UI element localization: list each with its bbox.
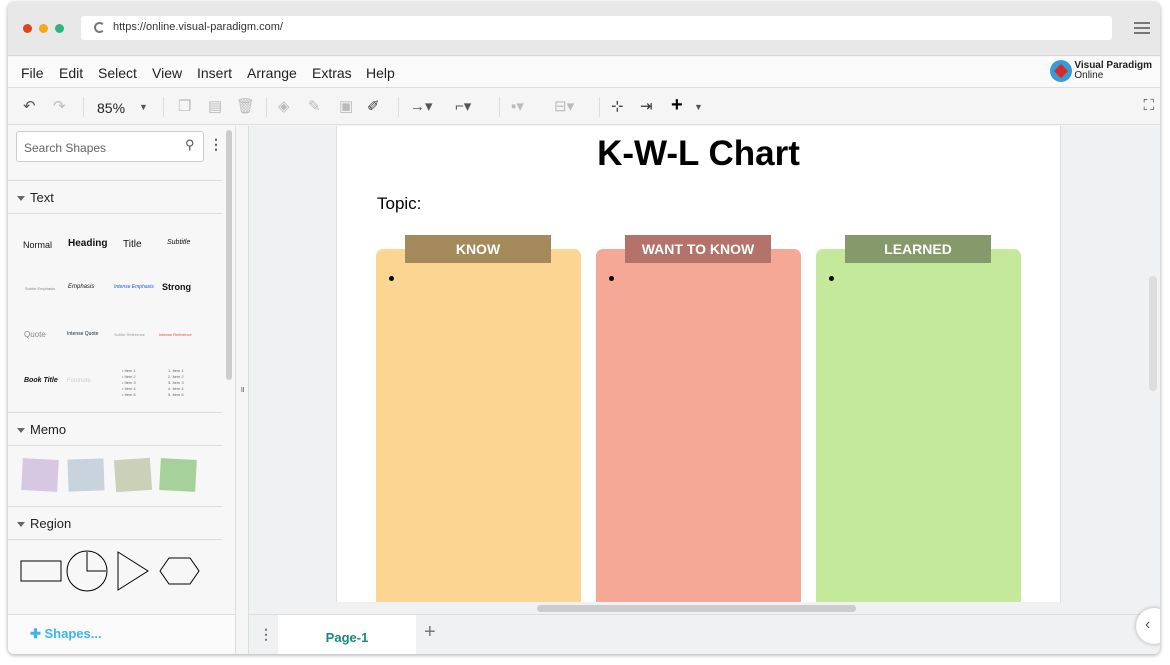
text-sample-normal[interactable]: Normal	[23, 240, 52, 250]
menu-edit[interactable]: Edit	[59, 65, 83, 81]
section-memo[interactable]: Memo	[8, 412, 222, 446]
text-sample-quote[interactable]: Quote	[24, 330, 46, 339]
page-size-icon[interactable]: ⇥	[640, 97, 653, 115]
fullscreen-icon[interactable]: ⛶	[1143, 97, 1154, 114]
menu-view[interactable]: View	[152, 65, 182, 81]
diagram-canvas[interactable]: K-W-L Chart Topic: KNOW WANT TO KNOW LEA…	[249, 126, 1160, 614]
address-bar[interactable]: https://online.visual-paradigm.com/	[81, 16, 1112, 40]
more-options-icon[interactable]: ⋮	[209, 136, 223, 153]
insert-icon[interactable]: +	[671, 94, 683, 117]
topic-label[interactable]: Topic:	[377, 194, 421, 214]
toolbar: ↶ ↷ 85% ▼ ❐ ▤ 🗑 ◈ ✎ ▣ ✐ →▾ ⌐▾ ▪▾ ⊟▾ ⊹ ⇥ …	[8, 89, 1160, 125]
undo-icon[interactable]: ↶	[23, 97, 36, 115]
memo-green[interactable]	[159, 458, 197, 492]
text-sample-intense-reference[interactable]: Intense Reference	[159, 332, 192, 337]
url-text: https://online.visual-paradigm.com/	[113, 21, 283, 33]
browser-menu-icon[interactable]	[1134, 22, 1150, 34]
sidebar-splitter[interactable]: ॥	[236, 126, 249, 654]
delete-icon[interactable]: 🗑	[236, 97, 255, 115]
format-painter-icon[interactable]: ✐	[367, 97, 380, 115]
text-sample-intense-emphasis[interactable]: Intense Emphasis	[114, 284, 154, 290]
text-sample-heading[interactable]: Heading	[68, 238, 107, 249]
bullet-list-sample[interactable]: • Item 1 • Item 2 • Item 3 • Item 4 • It…	[122, 368, 136, 398]
text-sample-title[interactable]: Title	[123, 239, 142, 250]
zoom-dropdown-icon[interactable]: ▼	[139, 102, 148, 112]
text-sample-intense-quote[interactable]: Intense Quote	[67, 331, 98, 337]
globe-icon	[1050, 60, 1073, 82]
add-page-icon[interactable]: +	[424, 621, 436, 644]
know-column[interactable]	[376, 249, 581, 609]
memo-olive[interactable]	[113, 457, 153, 493]
shadow-icon[interactable]: ▣	[339, 97, 353, 115]
shapes-footer: ✚ Shapes...	[8, 614, 236, 654]
text-sample-book-title[interactable]: Book Title	[24, 377, 58, 384]
sidebar-scrollbar[interactable]	[226, 130, 232, 380]
section-text[interactable]: Text	[8, 180, 222, 214]
chart-title[interactable]: K-W-L Chart	[337, 134, 1060, 174]
page-menu-icon[interactable]: ⋮	[259, 626, 273, 643]
page-tabs-bar: ⋮ Page-1 +	[249, 614, 1160, 654]
connector-style-icon[interactable]: →▾	[410, 97, 433, 115]
minimize-dot[interactable]	[39, 24, 48, 33]
fill-color-icon[interactable]: ◈	[278, 97, 290, 115]
more-shapes-button[interactable]: ✚ Shapes...	[30, 626, 102, 642]
shapes-button-label: Shapes...	[44, 626, 102, 641]
arrange-order-icon[interactable]: ▪▾	[511, 97, 524, 115]
text-sample-subtitle[interactable]: Subtitle	[167, 239, 190, 246]
hexagon-shape[interactable]	[159, 557, 200, 585]
shapes-sidebar: Search Shapes ⚲ ⋮ Text Normal Heading Ti…	[8, 126, 236, 614]
redo-icon[interactable]: ↷	[53, 97, 66, 115]
reload-icon[interactable]	[94, 22, 105, 33]
visual-paradigm-logo: Visual Paradigm Online	[1050, 60, 1152, 82]
search-icon[interactable]: ⚲	[185, 137, 195, 153]
menu-insert[interactable]: Insert	[197, 65, 232, 81]
zoom-select[interactable]: 85%	[97, 100, 125, 116]
logo-line2: Online	[1074, 70, 1104, 81]
menu-file[interactable]: File	[21, 65, 44, 81]
menu-extras[interactable]: Extras	[312, 65, 352, 81]
text-sample-footnote[interactable]: Footnote	[67, 378, 91, 384]
memo-purple[interactable]	[21, 458, 59, 492]
triangle-shape[interactable]	[117, 551, 149, 591]
paste-icon[interactable]: ▤	[208, 97, 222, 115]
learned-column[interactable]	[816, 249, 1021, 609]
section-region[interactable]: Region	[8, 506, 222, 540]
browser-titlebar: https://online.visual-paradigm.com/	[8, 2, 1160, 56]
insert-dropdown-icon[interactable]: ▼	[694, 102, 703, 112]
want-to-know-column[interactable]	[596, 249, 801, 609]
menu-bar: File Edit Select View Insert Arrange Ext…	[8, 57, 1160, 88]
align-icon[interactable]: ⊟▾	[554, 97, 574, 115]
learned-header[interactable]: LEARNED	[845, 235, 991, 263]
menu-help[interactable]: Help	[366, 65, 395, 81]
text-sample-emphasis[interactable]: Emphasis	[68, 284, 94, 290]
browser-window: https://online.visual-paradigm.com/ File…	[8, 2, 1160, 654]
search-shapes-input[interactable]: Search Shapes	[16, 131, 204, 162]
text-sample-subtle-emphasis[interactable]: Subtle Emphasis	[25, 286, 55, 291]
menu-select[interactable]: Select	[98, 65, 137, 81]
text-sample-subtle-reference[interactable]: Subtle Reference	[114, 332, 145, 337]
region-shapes	[20, 550, 200, 592]
text-sample-strong[interactable]: Strong	[162, 282, 191, 292]
vertical-scrollbar[interactable]	[1149, 276, 1157, 391]
close-dot[interactable]	[23, 24, 32, 33]
numbered-list-sample[interactable]: 1. Item 1 2. Item 2 3. Item 3 4. Item 4 …	[168, 368, 184, 398]
line-color-icon[interactable]: ✎	[308, 97, 321, 115]
memo-blue[interactable]	[67, 458, 105, 492]
menu-arrange[interactable]: Arrange	[247, 65, 297, 81]
copy-icon[interactable]: ❐	[178, 97, 191, 115]
want-to-know-header[interactable]: WANT TO KNOW	[625, 235, 771, 263]
maximize-dot[interactable]	[55, 24, 64, 33]
tab-page-1[interactable]: Page-1	[278, 615, 416, 654]
waypoint-icon[interactable]: ⌐▾	[455, 97, 471, 115]
know-header[interactable]: KNOW	[405, 235, 551, 263]
fit-page-icon[interactable]: ⊹	[611, 97, 624, 115]
rectangle-shape[interactable]	[20, 560, 62, 582]
horizontal-scrollbar[interactable]	[537, 605, 856, 612]
diagram-page: K-W-L Chart Topic: KNOW WANT TO KNOW LEA…	[336, 126, 1061, 609]
